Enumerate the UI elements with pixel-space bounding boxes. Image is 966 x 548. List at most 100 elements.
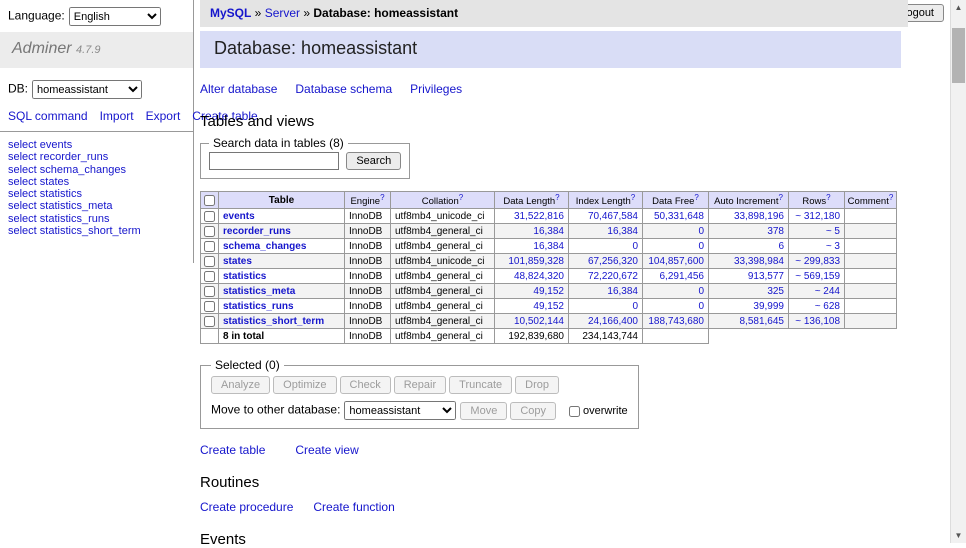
rows-link[interactable]: ~ 569,159 — [795, 271, 840, 282]
sidebar-select-schema_changes[interactable]: select schema_changes — [8, 164, 185, 176]
data-free-link[interactable]: 104,857,600 — [648, 256, 704, 267]
index-length-link[interactable]: 0 — [632, 301, 638, 312]
index-length-link[interactable]: 70,467,584 — [588, 211, 638, 222]
data-free-link[interactable]: 50,331,648 — [654, 211, 704, 222]
auto-increment-link[interactable]: 8,581,645 — [740, 316, 785, 327]
table-name-link[interactable]: states — [223, 256, 252, 267]
analyze-button[interactable]: Analyze — [211, 376, 270, 394]
scrollbar[interactable]: ▲ ▼ — [950, 0, 966, 543]
data-length-link[interactable]: 10,502,144 — [514, 316, 564, 327]
copy-button[interactable]: Copy — [510, 402, 556, 420]
auto-increment-link[interactable]: 6 — [778, 241, 784, 252]
row-checkbox[interactable] — [204, 211, 215, 222]
column-help-link[interactable]: ? — [459, 193, 463, 202]
data-length-link[interactable]: 31,522,816 — [514, 211, 564, 222]
sidebar-select-statistics_meta[interactable]: select statistics_meta — [8, 200, 185, 212]
move-button[interactable]: Move — [460, 402, 507, 420]
language-select[interactable]: English — [69, 7, 161, 26]
index-length-link[interactable]: 72,220,672 — [588, 271, 638, 282]
rows-link[interactable]: ~ 299,833 — [795, 256, 840, 267]
move-db-select[interactable]: homeassistant — [344, 401, 456, 420]
auto-increment-link[interactable]: 33,898,196 — [734, 211, 784, 222]
column-help-link[interactable]: ? — [694, 193, 698, 202]
create-procedure-link[interactable]: Create procedure — [200, 500, 293, 514]
check-button[interactable]: Check — [340, 376, 391, 394]
drop-button[interactable]: Drop — [515, 376, 559, 394]
scrollbar-thumb[interactable] — [952, 28, 965, 83]
search-input[interactable] — [209, 152, 339, 170]
data-length-link[interactable]: 49,152 — [533, 286, 564, 297]
scroll-down-icon[interactable]: ▼ — [951, 528, 966, 543]
select-all-checkbox[interactable] — [204, 195, 215, 206]
sidebar-action-export[interactable]: Export — [146, 109, 181, 123]
index-length-link[interactable]: 16,384 — [607, 226, 638, 237]
auto-increment-link[interactable]: 913,577 — [748, 271, 784, 282]
overwrite-checkbox[interactable] — [569, 406, 580, 417]
auto-increment-link[interactable]: 39,999 — [753, 301, 784, 312]
row-checkbox[interactable] — [204, 316, 215, 327]
sidebar-select-statistics_runs[interactable]: select statistics_runs — [8, 213, 185, 225]
row-checkbox[interactable] — [204, 286, 215, 297]
table-name-link[interactable]: statistics_short_term — [223, 316, 324, 327]
db-link-database-schema[interactable]: Database schema — [295, 82, 392, 96]
sidebar-action-import[interactable]: Import — [100, 109, 134, 123]
index-length-link[interactable]: 16,384 — [607, 286, 638, 297]
db-select[interactable]: homeassistant — [32, 80, 142, 99]
truncate-button[interactable]: Truncate — [449, 376, 512, 394]
sidebar-select-statistics[interactable]: select statistics — [8, 188, 185, 200]
column-help-link[interactable]: ? — [889, 193, 893, 202]
row-checkbox[interactable] — [204, 226, 215, 237]
row-checkbox[interactable] — [204, 241, 215, 252]
breadcrumb-link-mysql[interactable]: MySQL — [210, 6, 251, 20]
row-checkbox[interactable] — [204, 301, 215, 312]
table-name-link[interactable]: statistics_meta — [223, 286, 295, 297]
table-name-link[interactable]: statistics_runs — [223, 301, 294, 312]
breadcrumb-link-server[interactable]: Server — [265, 6, 300, 20]
sidebar-select-states[interactable]: select states — [8, 176, 185, 188]
column-help-link[interactable]: ? — [555, 193, 559, 202]
index-length-link[interactable]: 24,166,400 — [588, 316, 638, 327]
table-name-link[interactable]: events — [223, 211, 255, 222]
create-view-link[interactable]: Create view — [295, 443, 358, 457]
table-name-link[interactable]: schema_changes — [223, 241, 306, 252]
column-help-link[interactable]: ? — [631, 193, 635, 202]
data-length-link[interactable]: 16,384 — [533, 226, 564, 237]
data-free-link[interactable]: 188,743,680 — [648, 316, 704, 327]
data-length-link[interactable]: 49,152 — [533, 301, 564, 312]
rows-link[interactable]: ~ 312,180 — [795, 211, 840, 222]
db-link-privileges[interactable]: Privileges — [410, 82, 462, 96]
sidebar-select-statistics_short_term[interactable]: select statistics_short_term — [8, 225, 185, 237]
data-free-link[interactable]: 0 — [698, 301, 704, 312]
column-help-link[interactable]: ? — [380, 193, 384, 202]
data-length-link[interactable]: 101,859,328 — [508, 256, 564, 267]
data-free-link[interactable]: 0 — [698, 226, 704, 237]
data-length-link[interactable]: 16,384 — [533, 241, 564, 252]
rows-link[interactable]: ~ 5 — [826, 226, 840, 237]
app-name[interactable]: Adminer — [12, 40, 72, 57]
create-table-link[interactable]: Create table — [200, 443, 265, 457]
rows-link[interactable]: ~ 244 — [815, 286, 840, 297]
create-function-link[interactable]: Create function — [313, 500, 394, 514]
rows-link[interactable]: ~ 3 — [826, 241, 840, 252]
sidebar-action-sql-command[interactable]: SQL command — [8, 109, 88, 123]
data-free-link[interactable]: 0 — [698, 241, 704, 252]
column-help-link[interactable]: ? — [826, 193, 830, 202]
data-length-link[interactable]: 48,824,320 — [514, 271, 564, 282]
row-checkbox[interactable] — [204, 271, 215, 282]
index-length-link[interactable]: 0 — [632, 241, 638, 252]
index-length-link[interactable]: 67,256,320 — [588, 256, 638, 267]
data-free-link[interactable]: 6,291,456 — [660, 271, 705, 282]
auto-increment-link[interactable]: 33,398,984 — [734, 256, 784, 267]
db-link-alter-database[interactable]: Alter database — [200, 82, 277, 96]
rows-link[interactable]: ~ 628 — [815, 301, 840, 312]
repair-button[interactable]: Repair — [394, 376, 446, 394]
table-name-link[interactable]: recorder_runs — [223, 226, 291, 237]
column-help-link[interactable]: ? — [778, 193, 782, 202]
data-free-link[interactable]: 0 — [698, 286, 704, 297]
sidebar-select-events[interactable]: select events — [8, 139, 185, 151]
search-button[interactable]: Search — [346, 152, 401, 170]
auto-increment-link[interactable]: 325 — [767, 286, 784, 297]
optimize-button[interactable]: Optimize — [273, 376, 336, 394]
sidebar-select-recorder_runs[interactable]: select recorder_runs — [8, 151, 185, 163]
table-name-link[interactable]: statistics — [223, 271, 266, 282]
